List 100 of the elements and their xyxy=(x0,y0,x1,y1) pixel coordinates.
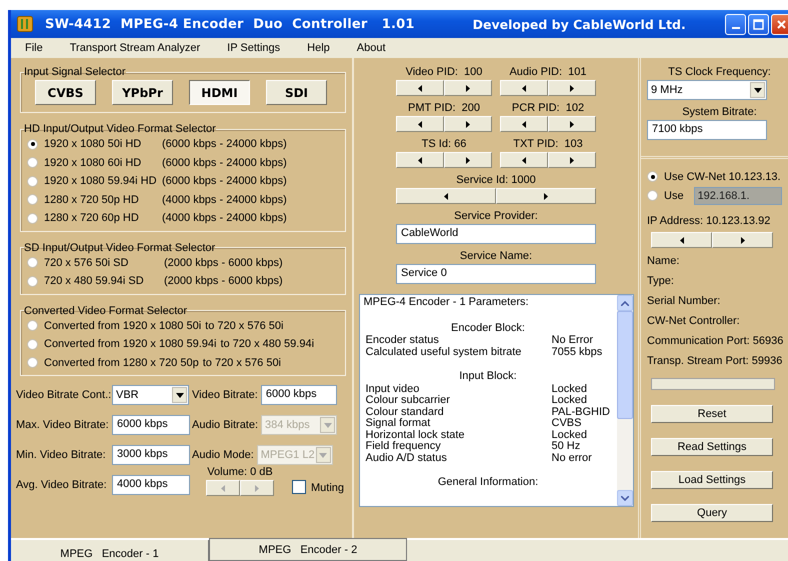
group-title: HD Input/Output Video Format Selector xyxy=(24,123,216,135)
decrement-button[interactable] xyxy=(396,188,496,204)
checkbox[interactable] xyxy=(292,480,306,494)
input-field[interactable]: 6000 kbps xyxy=(112,415,190,435)
input-signal-button[interactable]: YPbPr xyxy=(112,80,173,105)
field-label: Audio Bitrate: xyxy=(192,419,258,431)
decrement-button[interactable] xyxy=(396,152,444,168)
field-label: Service Provider: xyxy=(454,209,538,224)
section-heading: General Information: xyxy=(436,477,540,488)
option-range: (6000 kbps - 24000 kbps) xyxy=(162,138,287,150)
close-button[interactable] xyxy=(771,14,788,34)
menu-item[interactable]: IP Settings xyxy=(213,42,280,54)
left-triangle-icon xyxy=(444,192,448,200)
pid-label: TXT PID: 103 xyxy=(513,137,583,152)
increment-button[interactable] xyxy=(444,116,492,132)
ip-input-field[interactable]: 192.168.1. xyxy=(694,186,782,204)
left-triangle-icon xyxy=(221,484,225,492)
scrollbar-thumb[interactable] xyxy=(616,311,632,419)
input-signal-button[interactable]: SDI xyxy=(266,80,327,105)
menu-item[interactable]: File xyxy=(11,42,43,54)
field-label: TS Clock Frequency: xyxy=(668,65,771,80)
input-signal-button[interactable]: HDMI xyxy=(189,80,250,105)
radio-button[interactable] xyxy=(27,157,38,168)
left-triangle-icon xyxy=(522,156,526,164)
radio-button[interactable] xyxy=(27,320,38,332)
decrement-button[interactable] xyxy=(396,80,444,96)
radio-button[interactable] xyxy=(647,190,658,201)
left-triangle-icon xyxy=(418,84,422,92)
parameter-name: Colour subcarrier xyxy=(366,395,451,406)
right-triangle-icon xyxy=(255,484,259,492)
section-heading: Encoder Block: xyxy=(450,322,526,334)
input-field[interactable]: 6000 kbps xyxy=(260,385,337,405)
input-field[interactable]: 3000 kbps xyxy=(112,445,190,465)
increment-button[interactable] xyxy=(548,80,596,96)
input-field[interactable]: 4000 kbps xyxy=(112,475,190,495)
info-text: Transp. Stream Port: 59936 xyxy=(647,355,784,368)
right-triangle-icon xyxy=(570,84,574,92)
field-label: System Bitrate: xyxy=(682,105,757,120)
option-label: 1920 x 1080 59.94i HD xyxy=(44,175,158,188)
app-logo-icon xyxy=(17,16,33,32)
dropdown-arrow-icon xyxy=(176,392,184,398)
radio-button[interactable] xyxy=(647,171,658,182)
field-label: Video Bitrate: xyxy=(192,389,258,401)
radio-button[interactable] xyxy=(27,257,38,268)
radio-button[interactable] xyxy=(27,138,38,150)
decrement-button[interactable] xyxy=(500,80,548,96)
increment-button[interactable] xyxy=(712,232,773,248)
field-label: Max. Video Bitrate: xyxy=(16,419,108,431)
dropdown-field[interactable]: 9 MHz xyxy=(647,80,767,100)
option-range: to 720 x 576 50i xyxy=(205,320,284,332)
left-triangle-icon xyxy=(680,236,684,244)
action-button[interactable]: Load Settings xyxy=(651,471,773,489)
decrement-button[interactable] xyxy=(651,232,712,248)
radio-button[interactable] xyxy=(27,212,38,224)
increment-button[interactable] xyxy=(496,188,596,204)
tab[interactable]: MPEG Encoder - 2 xyxy=(209,538,407,561)
dropdown-field[interactable]: VBR xyxy=(112,385,189,405)
input-field[interactable]: CableWorld xyxy=(396,224,596,244)
dropdown-arrow-icon xyxy=(319,452,328,458)
right-triangle-icon xyxy=(466,156,470,164)
developer-text: Developed by CableWorld Ltd. xyxy=(472,16,686,32)
increment-button[interactable] xyxy=(444,80,492,96)
checkbox-label: Muting xyxy=(311,482,344,494)
pid-label: PCR PID: 102 xyxy=(512,101,584,116)
parameter-name: Horizontal lock state xyxy=(366,430,466,441)
parameter-name: Signal format xyxy=(366,418,432,430)
parameter-value: Locked xyxy=(552,430,587,441)
input-signal-button[interactable]: CVBS xyxy=(35,80,96,105)
field-label: Service Name: xyxy=(460,249,532,264)
input-field[interactable]: Service 0 xyxy=(396,264,596,284)
increment-button[interactable] xyxy=(548,116,596,132)
action-button[interactable]: Read Settings xyxy=(651,438,773,456)
action-button[interactable]: Reset xyxy=(651,405,773,423)
decrement-button[interactable] xyxy=(500,152,548,168)
radio-button[interactable] xyxy=(27,194,38,206)
increment-button[interactable] xyxy=(548,152,596,168)
pid-label: TS Id: 66 xyxy=(422,137,466,152)
radio-button[interactable] xyxy=(27,276,38,287)
increment-button[interactable] xyxy=(444,152,492,168)
decrement-button[interactable] xyxy=(396,116,444,132)
option-label: 1280 x 720 50p HD xyxy=(44,194,140,206)
radio-button[interactable] xyxy=(27,357,38,368)
radio-button[interactable] xyxy=(27,176,38,187)
action-button[interactable]: Query xyxy=(651,504,773,522)
input-field[interactable]: 7100 kbps xyxy=(647,120,767,140)
decrement-button[interactable] xyxy=(500,116,548,132)
option-label: 1920 x 1080 50i HD xyxy=(44,138,142,150)
right-triangle-icon xyxy=(466,120,470,128)
radio-button[interactable] xyxy=(27,338,38,350)
menu-item[interactable]: Transport Stream Analyzer xyxy=(56,42,200,54)
option-range: (6000 kbps - 24000 kbps) xyxy=(162,156,287,169)
minimize-button[interactable] xyxy=(725,14,746,34)
scrollbar[interactable] xyxy=(616,295,632,506)
info-text: Communication Port: 56936 xyxy=(647,335,784,348)
maximize-button[interactable] xyxy=(748,14,769,34)
group-title: SD Input/Output Video Format Selector xyxy=(24,242,216,254)
group-title: Converted Video Format Selector xyxy=(24,304,188,316)
menu-item[interactable]: Help xyxy=(293,42,330,54)
menu-item[interactable]: About xyxy=(342,42,386,54)
option-range: (4000 kbps - 24000 kbps) xyxy=(162,194,287,206)
